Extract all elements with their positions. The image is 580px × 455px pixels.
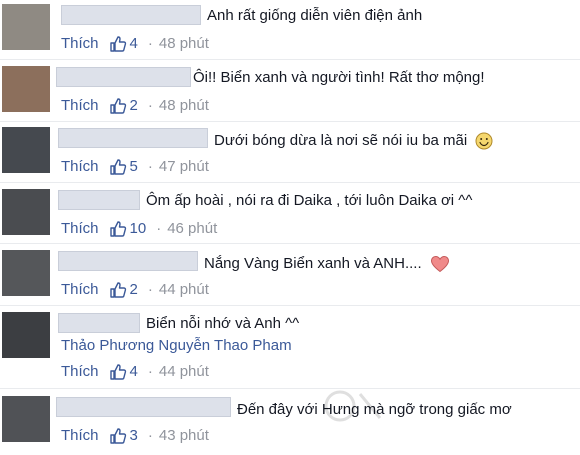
- tagged-names[interactable]: Thảo Phương Nguyễn Thao Pham: [61, 337, 292, 355]
- separator: ·: [147, 35, 153, 52]
- like-link[interactable]: Thích: [61, 97, 99, 115]
- divider: [0, 243, 580, 244]
- commenter-name[interactable]: [56, 67, 191, 87]
- timestamp[interactable]: 44 phút: [159, 281, 209, 299]
- avatar[interactable]: [2, 189, 50, 235]
- avatar[interactable]: [2, 66, 50, 112]
- comment-text: Dưới bóng dừa là nơi sẽ nói iu ba mãi: [214, 132, 493, 150]
- separator: ·: [147, 427, 153, 444]
- like-count[interactable]: 10: [130, 220, 147, 238]
- avatar[interactable]: [2, 312, 50, 358]
- thumbs-up-icon[interactable]: [109, 158, 127, 176]
- commenter-name[interactable]: [58, 190, 140, 210]
- thumbs-up-icon[interactable]: [109, 427, 127, 445]
- like-count[interactable]: 5: [130, 158, 138, 176]
- comment-text-body: Nắng Vàng Biển xanh và ANH....: [204, 255, 422, 272]
- like-link[interactable]: Thích: [61, 220, 99, 238]
- commenter-name[interactable]: [61, 5, 201, 25]
- comment-text-body: Dưới bóng dừa là nơi sẽ nói iu ba mãi: [214, 132, 468, 149]
- divider: [0, 305, 580, 306]
- like-link[interactable]: Thích: [61, 35, 99, 53]
- timestamp[interactable]: 44 phút: [159, 363, 209, 381]
- separator: ·: [147, 363, 153, 380]
- like-count[interactable]: 3: [130, 427, 138, 445]
- avatar[interactable]: [2, 4, 50, 50]
- separator: ·: [147, 158, 153, 175]
- separator: ·: [156, 220, 162, 237]
- commenter-name[interactable]: [58, 313, 140, 333]
- comment-text: Biển nỗi nhớ và Anh ^^: [146, 315, 300, 332]
- avatar[interactable]: [2, 250, 50, 296]
- like-count[interactable]: 4: [130, 35, 138, 53]
- like-count[interactable]: 2: [130, 97, 138, 115]
- timestamp[interactable]: 47 phút: [159, 158, 209, 176]
- like-link[interactable]: Thích: [61, 427, 99, 445]
- comment-text: Ôm ấp hoài , nói ra đi Daika , tới luôn …: [146, 192, 473, 209]
- divider: [0, 121, 580, 122]
- thumbs-up-icon[interactable]: [109, 363, 127, 381]
- smile-icon: [475, 132, 493, 150]
- separator: ·: [147, 281, 153, 298]
- watermark-icon: [324, 390, 382, 422]
- avatar[interactable]: [2, 396, 50, 442]
- like-count[interactable]: 4: [130, 363, 138, 381]
- like-link[interactable]: Thích: [61, 363, 99, 381]
- divider: [0, 182, 580, 183]
- like-link[interactable]: Thích: [61, 158, 99, 176]
- commenter-name[interactable]: [58, 128, 208, 148]
- timestamp[interactable]: 46 phút: [167, 220, 217, 238]
- divider: [0, 388, 580, 389]
- commenter-name[interactable]: [58, 251, 198, 271]
- comment-text: Nắng Vàng Biển xanh và ANH....: [204, 255, 450, 273]
- divider: [0, 59, 580, 60]
- separator: ·: [147, 97, 153, 114]
- comment-text: Ôi!! Biển xanh và người tình! Rất thơ mộ…: [193, 69, 485, 86]
- avatar[interactable]: [2, 127, 50, 173]
- thumbs-up-icon[interactable]: [109, 35, 127, 53]
- timestamp[interactable]: 48 phút: [159, 97, 209, 115]
- commenter-name[interactable]: [56, 397, 231, 417]
- like-count[interactable]: 2: [130, 281, 138, 299]
- thumbs-up-icon[interactable]: [109, 97, 127, 115]
- thumbs-up-icon[interactable]: [109, 281, 127, 299]
- timestamp[interactable]: 48 phút: [159, 35, 209, 53]
- comment-text: Anh rất giống diễn viên điện ảnh: [207, 7, 423, 24]
- like-link[interactable]: Thích: [61, 281, 99, 299]
- thumbs-up-icon[interactable]: [109, 220, 127, 238]
- heart-icon: [430, 256, 449, 273]
- timestamp[interactable]: 43 phút: [159, 427, 209, 445]
